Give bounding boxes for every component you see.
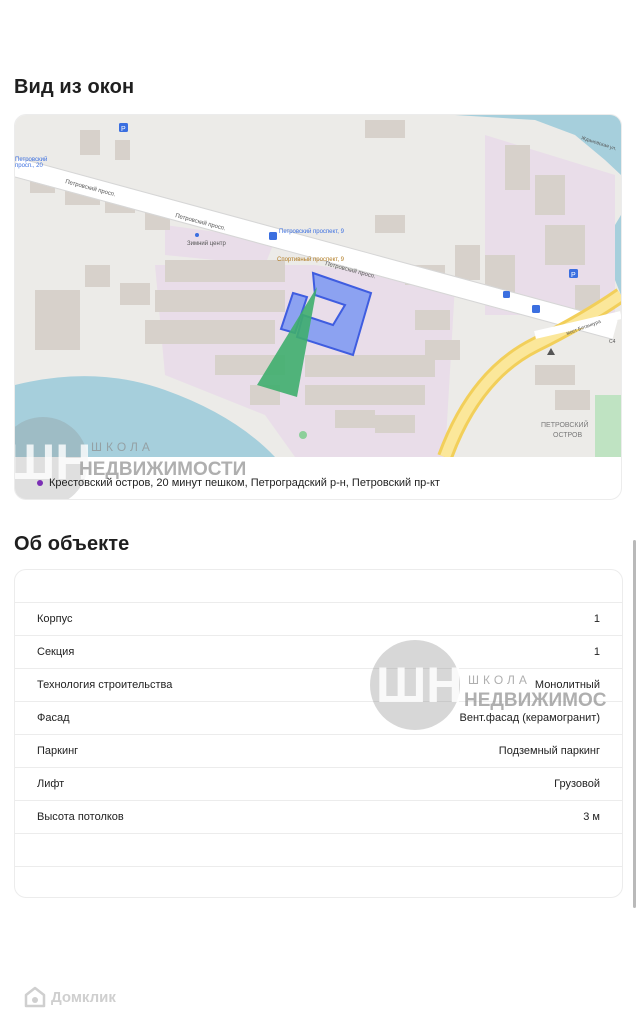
fact-value: 1 <box>593 646 600 658</box>
fact-label: Лифт <box>37 778 65 790</box>
page-scrollbar[interactable] <box>633 540 636 908</box>
table-row: Фасад Вент.фасад (керамогранит) <box>15 701 622 734</box>
view-location: Крестовский остров, 20 минут пешком, Пет… <box>37 477 440 489</box>
fact-label: Технология строительства <box>37 679 173 691</box>
table-row: Корпус 1 <box>15 602 622 635</box>
fact-value: 1 <box>593 613 600 625</box>
map-label-stop-top-1: Петровский <box>15 156 47 163</box>
map-label-stop-top-2: просп., 20 <box>15 163 44 169</box>
table-row: Технология строительства Монолитный <box>15 668 622 701</box>
map-label-district-1: ПЕТРОВСКИЙ <box>541 420 589 429</box>
svg-text:P: P <box>121 126 126 133</box>
svg-text:P: P <box>571 272 576 279</box>
window-view-card: P P Петровский просп. Петровский просп. … <box>14 114 622 500</box>
views-section-title: Вид из окон <box>14 76 135 98</box>
fact-label: Фасад <box>37 712 70 724</box>
table-row: Высота потолков 3 м <box>15 800 622 833</box>
map-label-route: С4 <box>609 339 616 345</box>
fact-value: 3 м <box>583 811 600 823</box>
map-label-place-1: Зимний центр <box>187 240 227 247</box>
fact-value: Подземный паркинг <box>498 745 600 757</box>
fact-value: Вент.фасад (керамогранит) <box>459 712 600 724</box>
map-label-district-2: ОСТРОВ <box>553 432 583 439</box>
table-row: Секция 1 <box>15 635 622 668</box>
fact-label: Высота потолков <box>37 811 124 823</box>
window-view-map[interactable]: P P Петровский просп. Петровский просп. … <box>15 115 621 457</box>
fact-label: Корпус <box>37 613 73 625</box>
table-row-empty <box>15 833 622 866</box>
fact-label: Секция <box>37 646 75 658</box>
location-dot-icon <box>37 480 43 486</box>
fact-label: Паркинг <box>37 745 79 757</box>
view-location-text: Крестовский остров, 20 минут пешком, Пет… <box>49 477 440 489</box>
map-label-busstop: Петровский проспект, 9 <box>279 228 345 235</box>
map-label-place-2: Спортивный проспект, 9 <box>277 256 345 263</box>
table-row: Лифт Грузовой <box>15 767 622 800</box>
fact-value: Грузовой <box>554 778 600 790</box>
table-row: Паркинг Подземный паркинг <box>15 734 622 767</box>
footer-brand: Домклик <box>24 986 116 1008</box>
table-row-empty <box>15 866 622 899</box>
fact-value: Монолитный <box>534 679 600 691</box>
domclick-logo-icon <box>24 986 46 1008</box>
footer-brand-text: Домклик <box>51 988 116 1006</box>
about-section-title: Об объекте <box>14 533 130 555</box>
object-facts-table: Корпус 1 Секция 1 Технология строительст… <box>14 569 623 898</box>
